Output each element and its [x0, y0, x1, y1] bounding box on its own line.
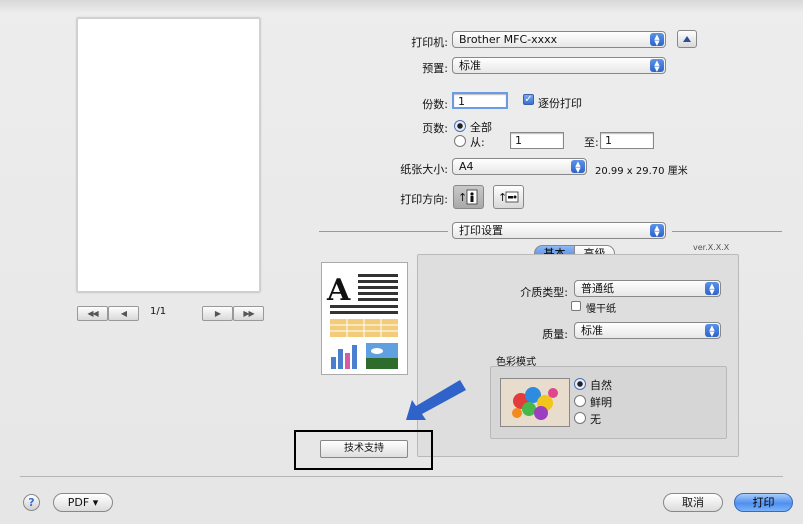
color-vivid-label: 鲜明 [590, 396, 612, 409]
document-sample-image: A [321, 262, 408, 375]
svg-text:↑: ↑ [458, 191, 467, 204]
collated-checkbox[interactable]: ✓ [523, 94, 534, 105]
popup-arrows-icon: ▲ ▼ [650, 224, 664, 237]
color-natural-radio[interactable] [574, 378, 586, 390]
presets-value: 标准 [459, 59, 481, 72]
media-type-value: 普通纸 [581, 282, 614, 295]
quality-popup[interactable]: 标准 ▲ ▼ [574, 322, 721, 339]
slow-dry-checkbox[interactable] [571, 301, 581, 311]
popup-arrows-icon: ▲ ▼ [571, 160, 585, 173]
popup-arrows-icon: ▲ ▼ [650, 59, 664, 72]
pane-separator-left [319, 231, 448, 232]
pane-value: 打印设置 [459, 224, 503, 237]
paper-size-label: 纸张大小: [400, 163, 448, 176]
next-page-button[interactable]: ▶ [202, 306, 233, 321]
previous-page-button[interactable]: ◀ [108, 306, 139, 321]
print-preview-page [77, 18, 260, 292]
copies-field[interactable]: 1 [452, 92, 508, 109]
disclosure-button[interactable] [677, 30, 697, 48]
version-label: ver.X.X.X [693, 243, 730, 252]
quality-label: 质量: [542, 328, 568, 341]
pages-range-radio[interactable] [454, 135, 466, 147]
collated-label: 逐份打印 [538, 97, 582, 110]
pane-separator-right [672, 231, 782, 232]
color-none-radio[interactable] [574, 412, 586, 424]
page-counter: 1/1 [150, 306, 167, 317]
color-none-label: 无 [590, 413, 601, 426]
printer-popup[interactable]: Brother MFC-xxxx ▲ ▼ [452, 31, 666, 48]
presets-label: 预置: [422, 62, 448, 75]
pages-from-field[interactable]: 1 [510, 132, 564, 149]
paper-size-value: A4 [459, 160, 474, 173]
cancel-button[interactable]: 取消 [663, 493, 723, 512]
footer-separator [20, 476, 783, 477]
paper-dimensions: 20.99 x 29.70 厘米 [595, 166, 688, 177]
last-page-button[interactable]: ▶▶ [233, 306, 264, 321]
color-sample-image [500, 378, 570, 427]
media-type-popup[interactable]: 普通纸 ▲ ▼ [574, 280, 721, 297]
media-type-label: 介质类型: [520, 286, 568, 299]
popup-arrows-icon: ▲ ▼ [650, 33, 664, 46]
pages-all-label: 全部 [470, 121, 492, 134]
color-balloons-icon [501, 379, 569, 426]
landscape-icon: ↑ [498, 191, 519, 204]
pages-from-label: 从: [470, 136, 485, 149]
color-vivid-radio[interactable] [574, 395, 586, 407]
collapse-triangle-icon [683, 36, 691, 42]
slow-dry-label: 慢干纸 [586, 304, 616, 315]
landscape-orientation-button[interactable]: ↑ [493, 185, 524, 209]
orientation-label: 打印方向: [400, 193, 448, 206]
first-page-button[interactable]: ◀◀ [77, 306, 108, 321]
support-button[interactable]: 技术支持 [320, 440, 408, 458]
popup-arrows-icon: ▲ ▼ [705, 324, 719, 337]
color-natural-label: 自然 [590, 379, 612, 392]
portrait-orientation-button[interactable]: ↑ [453, 185, 484, 209]
quality-value: 标准 [581, 324, 603, 337]
help-button[interactable]: ? [23, 494, 40, 511]
dialog-top-edge [0, 0, 803, 12]
popup-arrows-icon: ▲ ▼ [705, 282, 719, 295]
pages-to-label: 至: [584, 136, 599, 149]
pdf-menu-button[interactable]: PDF ▾ [53, 493, 113, 512]
printer-label: 打印机: [411, 36, 448, 49]
printer-value: Brother MFC-xxxx [459, 33, 558, 46]
pages-to-field[interactable]: 1 [600, 132, 654, 149]
portrait-icon: ↑ [458, 189, 478, 205]
print-button[interactable]: 打印 [734, 493, 793, 512]
presets-popup[interactable]: 标准 ▲ ▼ [452, 57, 666, 74]
document-preview-icon: A [326, 273, 398, 369]
pane-popup[interactable]: 打印设置 ▲ ▼ [452, 222, 666, 239]
paper-size-popup[interactable]: A4 ▲ ▼ [452, 158, 587, 175]
svg-text:A: A [326, 273, 351, 308]
annotation-arrow-icon [406, 380, 466, 420]
pages-label: 页数: [422, 122, 448, 135]
print-dialog: ◀◀ ◀ 1/1 ▶ ▶▶ 打印机: Brother MFC-xxxx ▲ ▼ 预… [0, 0, 803, 524]
copies-label: 份数: [422, 98, 448, 111]
pages-all-radio[interactable] [454, 120, 466, 132]
